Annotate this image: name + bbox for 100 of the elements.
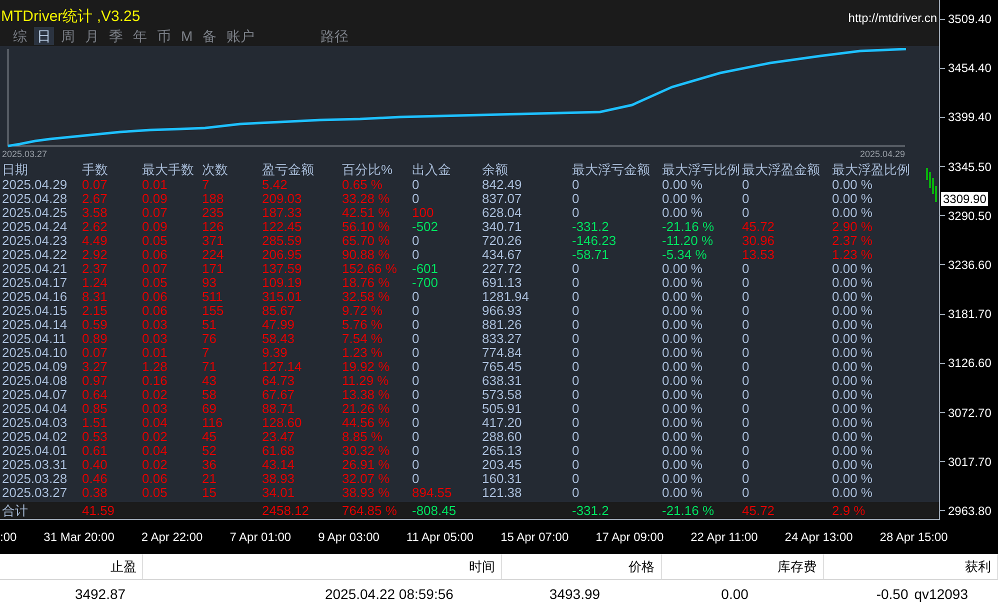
table-cell-text: 2025.04.14 bbox=[2, 318, 68, 332]
table-cell-text: 71 bbox=[202, 360, 218, 374]
table-cell-text: 38.93 bbox=[262, 472, 296, 486]
column-header: 最大浮亏金额 bbox=[572, 162, 651, 178]
table-cell-text: 2025.04.15 bbox=[2, 304, 68, 318]
table-cell-text: 417.20 bbox=[482, 416, 523, 430]
table-cell-text: 0.97 bbox=[82, 374, 108, 388]
table-cell-text: 371 bbox=[202, 234, 225, 248]
tab[interactable]: 备 bbox=[200, 27, 220, 45]
price-label: 3236.60 bbox=[948, 258, 992, 272]
table-cell-text: 8.31 bbox=[82, 290, 108, 304]
price-label: 3454.40 bbox=[948, 61, 992, 76]
table-cell-text: 61.68 bbox=[262, 444, 296, 458]
table-cell-text: 2025.04.03 bbox=[2, 416, 68, 430]
table-cell-text: 0 bbox=[742, 304, 750, 318]
column-header: 日期 bbox=[2, 162, 29, 178]
tab[interactable]: 日 bbox=[34, 27, 54, 45]
table-cell-text: 0.00 % bbox=[662, 388, 704, 402]
table-cell-text: 0.61 bbox=[82, 444, 108, 458]
time-label: 7 Apr 01:00 bbox=[230, 529, 292, 546]
table-cell-text: 505.91 bbox=[482, 402, 523, 416]
price-label: 2963.80 bbox=[948, 504, 992, 518]
tab[interactable]: 路径 bbox=[318, 27, 352, 45]
table-cell-text: 0.00 % bbox=[832, 276, 874, 290]
column-header: 最大浮盈金额 bbox=[742, 162, 821, 178]
time-label: 28 Apr 15:00 bbox=[880, 529, 948, 546]
table-cell-text: 2025.03.28 bbox=[2, 472, 68, 486]
table-cell-text: 0.02 bbox=[142, 458, 168, 472]
table-cell-text: 0.05 bbox=[142, 486, 168, 500]
table-cell-text: 45.72 bbox=[742, 220, 776, 234]
tab[interactable]: 周 bbox=[58, 27, 78, 45]
table-cell-text: 0 bbox=[742, 276, 750, 290]
table-cell-text: 15 bbox=[202, 486, 218, 500]
table-cell-text: 0 bbox=[412, 430, 420, 444]
table-cell-text: 0.65 % bbox=[342, 178, 384, 192]
table-cell-text: 3.27 bbox=[82, 360, 108, 374]
table-cell-text: 0.00 % bbox=[662, 346, 704, 360]
table-cell-text: 85.67 bbox=[262, 304, 296, 318]
table-cell-text: 0 bbox=[742, 402, 750, 416]
table-cell-text: 36 bbox=[202, 458, 218, 472]
table-cell-text: 0.00 % bbox=[832, 444, 874, 458]
table-cell-text: 0.00 % bbox=[832, 374, 874, 388]
table-cell-text: 0 bbox=[742, 458, 750, 472]
table-cell-text: 0 bbox=[742, 374, 750, 388]
tab[interactable]: 月 bbox=[82, 27, 102, 45]
table-cell-text: 13.38 % bbox=[342, 388, 391, 402]
table-cell-text: 837.07 bbox=[482, 192, 523, 206]
table-cell-text: 0 bbox=[742, 430, 750, 444]
table-cell-text: -146.23 bbox=[572, 234, 618, 248]
table-cell-text: 0.06 bbox=[142, 248, 168, 262]
price-label: 3509.40 bbox=[948, 12, 992, 26]
tab[interactable]: 季 bbox=[106, 27, 126, 45]
total-cell-text: 41.59 bbox=[82, 503, 116, 518]
table-cell-text: 0.00 % bbox=[662, 276, 704, 290]
column-header: 价格 bbox=[502, 554, 662, 579]
time-label: 2 Apr 22:00 bbox=[141, 529, 203, 546]
column-header: 最大浮盈比例 bbox=[832, 162, 911, 178]
table-cell-text: 0.00 % bbox=[832, 192, 874, 206]
candles-drawing bbox=[926, 168, 938, 202]
table-cell-text: 0 bbox=[742, 388, 750, 402]
table-cell-text: 0.07 bbox=[82, 346, 108, 360]
tab[interactable]: M bbox=[178, 27, 196, 45]
total-cell-text: -808.45 bbox=[412, 503, 458, 518]
column-header: 百分比% bbox=[342, 162, 394, 178]
table-cell-text: 638.31 bbox=[482, 374, 523, 388]
table-cell-text: 58 bbox=[202, 388, 218, 402]
table-cell-text: 2025.04.17 bbox=[2, 276, 68, 290]
table-cell-text: 285.59 bbox=[262, 234, 303, 248]
table-cell-text: 0.00 % bbox=[662, 486, 704, 500]
column-header: 盈亏金额 bbox=[262, 162, 315, 178]
table-cell-text: 45 bbox=[202, 430, 218, 444]
table-cell-text: 774.84 bbox=[482, 346, 523, 360]
table-cell-text: 0 bbox=[572, 318, 580, 332]
table-cell-text: 18.76 % bbox=[342, 276, 391, 290]
table-cell-text: 23.47 bbox=[262, 430, 296, 444]
time-label: 31 Mar 20:00 bbox=[44, 529, 114, 546]
table-cell-text: 0 bbox=[572, 444, 580, 458]
column-header: 余额 bbox=[482, 162, 509, 178]
tab[interactable]: 综 bbox=[10, 27, 30, 45]
table-cell-text: 2025.04.29 bbox=[2, 178, 68, 192]
table-cell-text: 2025.04.28 bbox=[2, 192, 68, 206]
table-cell-text: 0.07 bbox=[142, 262, 168, 276]
table-cell-text: 2.92 bbox=[82, 248, 108, 262]
table-cell-text: 69 bbox=[202, 402, 218, 416]
table-cell-text: 720.26 bbox=[482, 234, 523, 248]
table-cell-text: 4.49 bbox=[82, 234, 108, 248]
table-cell-text: 2.37 bbox=[82, 262, 108, 276]
tab[interactable]: 账户 bbox=[224, 27, 258, 45]
table-cell-text: 206.95 bbox=[262, 248, 303, 262]
table-cell-text: 65.70 % bbox=[342, 234, 391, 248]
table-cell-text: 34.01 bbox=[262, 486, 296, 500]
table-cell-text: 833.27 bbox=[482, 332, 523, 346]
time-label: 17 Apr 09:00 bbox=[596, 529, 664, 546]
table-cell-text: 0 bbox=[742, 360, 750, 374]
tab[interactable]: 币 bbox=[154, 27, 174, 45]
table-cell-text: 0.00 % bbox=[662, 206, 704, 220]
tab[interactable]: 年 bbox=[130, 27, 150, 45]
table-cell-text: 0 bbox=[412, 444, 420, 458]
table-cell-text: 0.06 bbox=[142, 290, 168, 304]
table-cell-text: 0 bbox=[412, 388, 420, 402]
